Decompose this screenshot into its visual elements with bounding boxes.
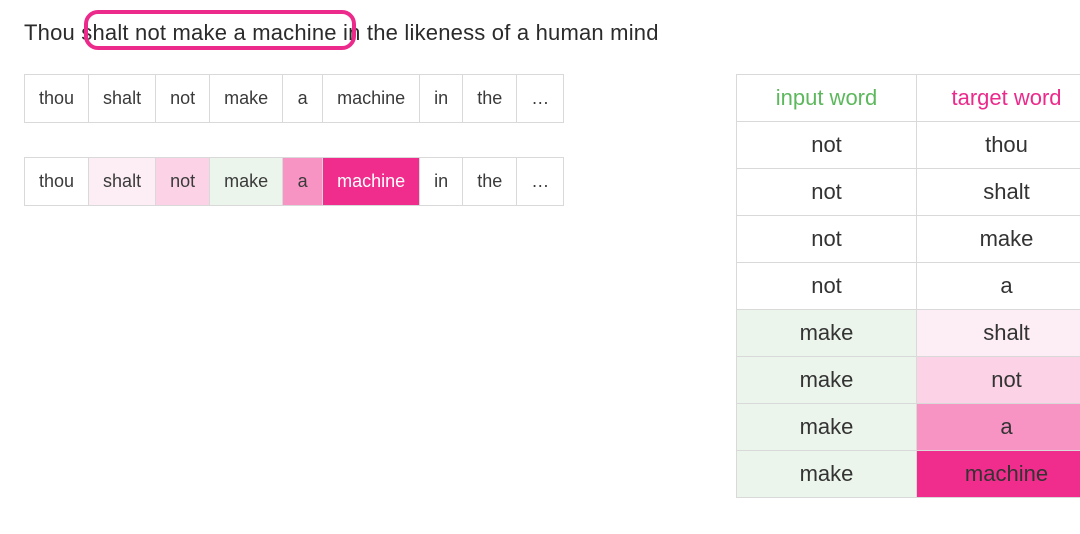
token-cell: shalt: [88, 74, 155, 123]
pair-row: makemachine: [737, 451, 1080, 498]
token-cell: a: [282, 74, 322, 123]
pair-input-cell: make: [737, 451, 917, 498]
pair-target-cell: thou: [917, 122, 1080, 169]
token-cell: thou: [24, 157, 88, 206]
pair-input-cell: not: [737, 122, 917, 169]
token-cell: make: [209, 157, 282, 206]
token-cell: shalt: [88, 157, 155, 206]
pair-target-cell: make: [917, 216, 1080, 263]
pair-row: notmake: [737, 216, 1080, 263]
token-row-plain: thoushaltnotmakeamachineinthe…: [24, 74, 704, 123]
token-cell: …: [516, 157, 564, 206]
example-sentence: Thou shalt not make a machine in the lik…: [24, 20, 1056, 46]
token-row-highlighted: thoushaltnotmakeamachineinthe…: [24, 157, 704, 206]
pair-target-cell: a: [917, 263, 1080, 310]
pair-row: makea: [737, 404, 1080, 451]
token-cell: not: [155, 157, 209, 206]
token-cell: make: [209, 74, 282, 123]
pair-input-cell: not: [737, 216, 917, 263]
token-cell: the: [462, 157, 516, 206]
token-cell: the: [462, 74, 516, 123]
sentence-text: Thou shalt not make a machine in the lik…: [24, 20, 659, 45]
pair-target-cell: shalt: [917, 169, 1080, 216]
token-cell: thou: [24, 74, 88, 123]
context-pairs-table: input word target word notthounotshaltno…: [736, 74, 1080, 498]
pair-row: makeshalt: [737, 310, 1080, 357]
token-cell: machine: [322, 74, 419, 123]
header-input-word: input word: [737, 75, 917, 122]
token-cell: …: [516, 74, 564, 123]
token-cell: in: [419, 74, 462, 123]
pair-row: notthou: [737, 122, 1080, 169]
pair-target-cell: shalt: [917, 310, 1080, 357]
token-cell: in: [419, 157, 462, 206]
pair-input-cell: make: [737, 404, 917, 451]
pair-input-cell: not: [737, 263, 917, 310]
header-target-word: target word: [917, 75, 1080, 122]
token-cell: a: [282, 157, 322, 206]
pair-input-cell: make: [737, 310, 917, 357]
pair-row: makenot: [737, 357, 1080, 404]
pair-input-cell: not: [737, 169, 917, 216]
pair-target-cell: not: [917, 357, 1080, 404]
pair-row: notshalt: [737, 169, 1080, 216]
token-cell: machine: [322, 157, 419, 206]
pair-row: nota: [737, 263, 1080, 310]
token-cell: not: [155, 74, 209, 123]
pair-input-cell: make: [737, 357, 917, 404]
pair-target-cell: a: [917, 404, 1080, 451]
pair-target-cell: machine: [917, 451, 1080, 498]
